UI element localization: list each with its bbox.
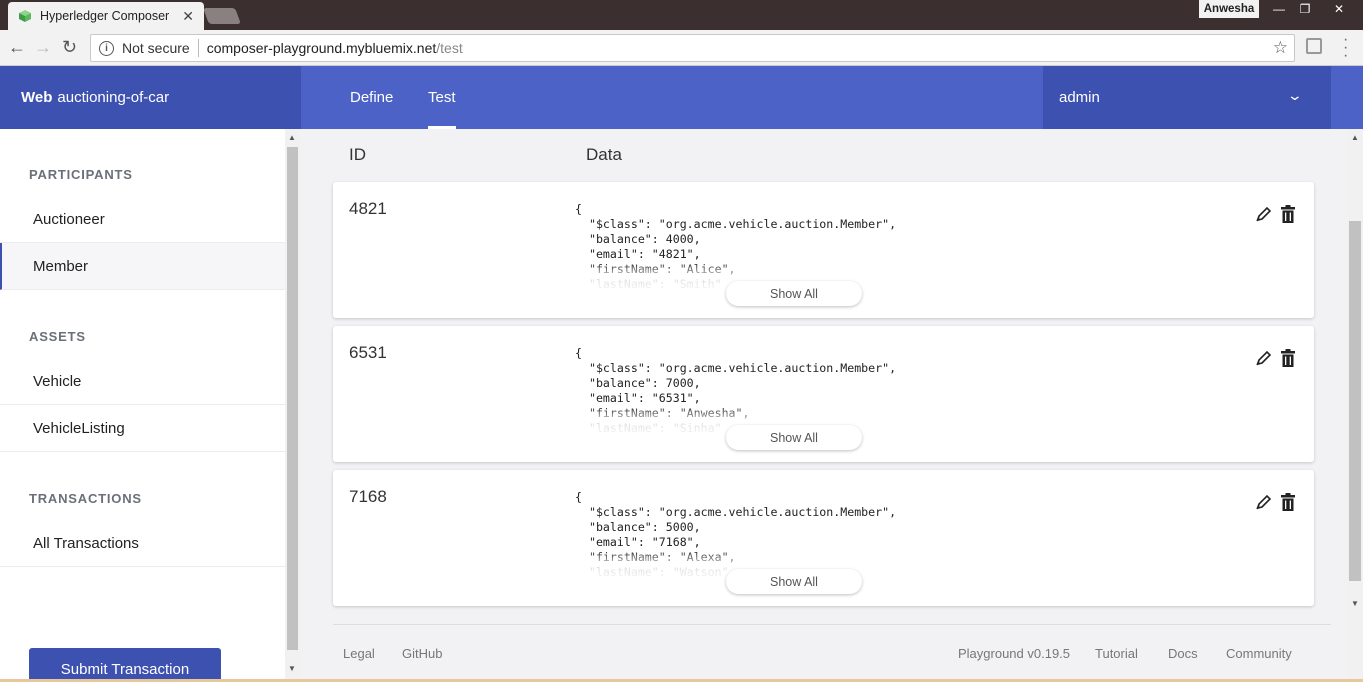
- scroll-down-icon[interactable]: ▼: [1351, 599, 1359, 608]
- edit-pencil-icon[interactable]: [1255, 349, 1273, 367]
- main-scroll-thumb[interactable]: [1349, 221, 1361, 581]
- assets-heading: ASSETS: [29, 329, 86, 344]
- url-path: /test: [436, 40, 463, 56]
- sidebar-item-auctioneer[interactable]: Auctioneer: [0, 196, 285, 243]
- data-column-header: Data: [586, 145, 622, 164]
- id-column-header: ID: [349, 145, 366, 164]
- trash-icon[interactable]: [1280, 349, 1296, 367]
- show-all-button[interactable]: Show All: [726, 281, 862, 306]
- browser-tab[interactable]: Hyperledger Composer ✕: [8, 2, 204, 30]
- sidebar-scroll-thumb[interactable]: [287, 147, 298, 650]
- show-all-button[interactable]: Show All: [726, 569, 862, 594]
- browser-tab-title: Hyperledger Composer: [40, 9, 170, 23]
- row-id: 6531: [349, 343, 387, 362]
- edit-pencil-icon[interactable]: [1255, 493, 1273, 511]
- window-close-icon[interactable]: ✕: [1319, 0, 1359, 18]
- identity-dropdown[interactable]: admin ⌄: [1043, 66, 1331, 129]
- footer-link-tutorial[interactable]: Tutorial: [1095, 646, 1138, 661]
- main-scrollbar[interactable]: ▲ ▼: [1347, 129, 1363, 682]
- footer-link-github[interactable]: GitHub: [402, 646, 442, 661]
- forward-arrow-icon[interactable]: →: [34, 37, 52, 58]
- edit-pencil-icon[interactable]: [1255, 205, 1273, 223]
- registry-main: ID Data 4821 { "$class": "org.acme.vehic…: [300, 129, 1347, 682]
- browser-menu-icon[interactable]: · · ·: [1343, 32, 1348, 64]
- sidebar-item-member[interactable]: Member: [0, 243, 285, 290]
- network-name: auctioning-of-car: [57, 89, 170, 106]
- header-spacer: [1331, 66, 1363, 129]
- row-id: 7168: [349, 487, 387, 506]
- restore-icon[interactable]: ❐: [1293, 0, 1317, 18]
- footer-divider: [333, 624, 1331, 625]
- chevron-down-icon: ⌄: [1286, 87, 1304, 103]
- sidebar-item-vehicle[interactable]: Vehicle: [0, 358, 285, 405]
- sidebar-item-all-transactions[interactable]: All Transactions: [0, 520, 285, 567]
- footer-link-community[interactable]: Community: [1226, 646, 1292, 661]
- composer-cube-icon: [19, 10, 31, 22]
- profile-badge[interactable]: Anwesha: [1199, 0, 1259, 18]
- table-row: 7168 { "$class": "org.acme.vehicle.aucti…: [333, 470, 1314, 606]
- reload-icon[interactable]: ↻: [62, 37, 77, 58]
- collapse-fade: [563, 262, 1263, 318]
- footer-link-legal[interactable]: Legal: [343, 646, 375, 661]
- browser-titlebar: Hyperledger Composer ✕ Anwesha — ❐ ✕: [0, 0, 1363, 30]
- tab-close-icon[interactable]: ✕: [182, 8, 194, 25]
- app-brand: Web auctioning-of-car: [0, 66, 301, 129]
- new-tab-button[interactable]: [203, 8, 241, 24]
- minimize-icon[interactable]: —: [1267, 0, 1291, 18]
- participants-heading: PARTICIPANTS: [29, 167, 133, 182]
- show-all-button[interactable]: Show All: [726, 425, 862, 450]
- footer-link-docs[interactable]: Docs: [1168, 646, 1198, 661]
- registry-sidebar: PARTICIPANTS Auctioneer Member ASSETS Ve…: [0, 129, 285, 682]
- url-host: composer-playground.mybluemix.net: [206, 40, 437, 56]
- bookmark-star-icon[interactable]: ☆: [1273, 38, 1288, 58]
- table-row: 4821 { "$class": "org.acme.vehicle.aucti…: [333, 182, 1314, 318]
- row-id: 4821: [349, 199, 387, 218]
- info-icon[interactable]: i: [99, 40, 114, 56]
- tab-test[interactable]: Test: [428, 66, 456, 129]
- identity-name: admin: [1059, 89, 1100, 106]
- collapse-fade: [563, 406, 1263, 462]
- sidebar-item-vehiclelisting[interactable]: VehicleListing: [0, 405, 285, 452]
- transactions-heading: TRANSACTIONS: [29, 491, 142, 506]
- trash-icon[interactable]: [1280, 205, 1296, 223]
- submit-transaction-button[interactable]: Submit Transaction: [29, 648, 221, 682]
- sidebar-scrollbar[interactable]: ▲ ▼: [285, 129, 300, 682]
- scroll-up-icon[interactable]: ▲: [288, 133, 296, 142]
- brand-prefix: Web: [21, 89, 53, 106]
- collapse-fade: [563, 550, 1263, 606]
- trash-icon[interactable]: [1280, 493, 1296, 511]
- back-arrow-icon[interactable]: ←: [8, 37, 26, 58]
- app-header: Web auctioning-of-car Define Test admin …: [0, 66, 1363, 129]
- footer-version: Playground v0.19.5: [958, 646, 1071, 661]
- table-row: 6531 { "$class": "org.acme.vehicle.aucti…: [333, 326, 1314, 462]
- scroll-down-icon[interactable]: ▼: [288, 664, 296, 673]
- security-label: Not secure: [122, 40, 190, 56]
- address-bar[interactable]: i Not secure composer-playground.mybluem…: [90, 34, 1295, 62]
- omnibox-separator: [197, 39, 199, 57]
- tab-define[interactable]: Define: [350, 66, 393, 129]
- browser-toolbar: ← → ↻ i Not secure composer-playground.m…: [0, 30, 1363, 66]
- extension-icon[interactable]: [1306, 38, 1322, 54]
- scroll-up-icon[interactable]: ▲: [1351, 133, 1359, 142]
